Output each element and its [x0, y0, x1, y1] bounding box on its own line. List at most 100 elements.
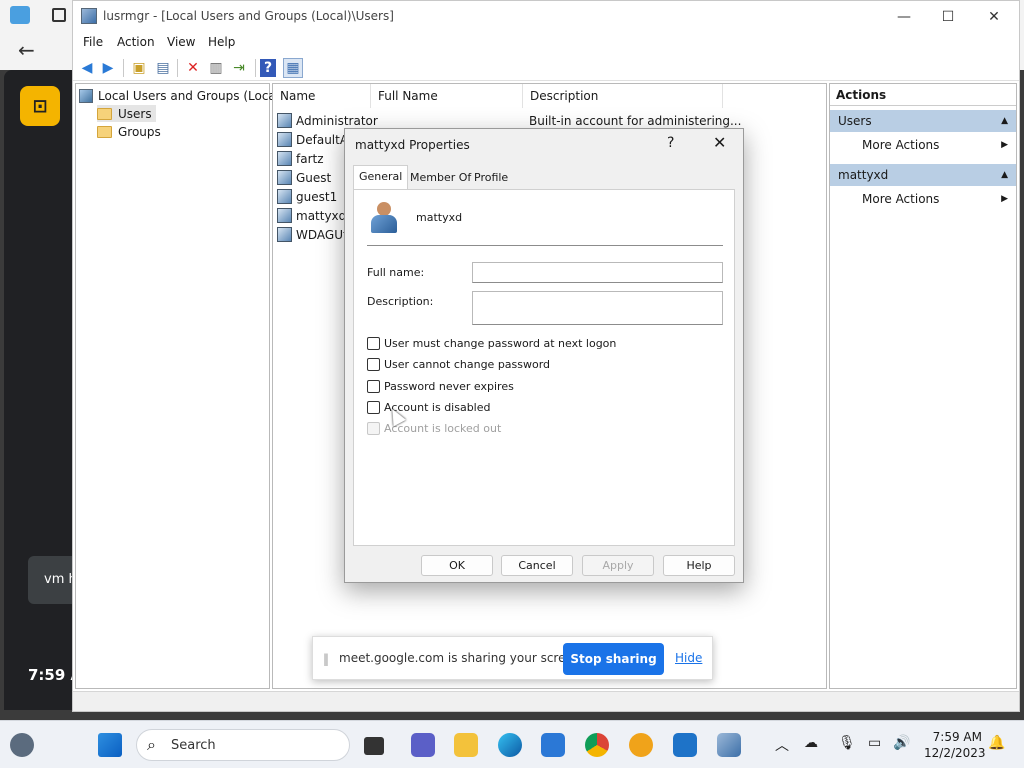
checkbox-password-never-expires[interactable]: Password never expires: [367, 380, 514, 393]
submenu-arrow-icon: ▶: [1001, 194, 1008, 204]
tree-item-users[interactable]: Users: [97, 105, 156, 122]
volume-icon[interactable]: 🔊: [893, 735, 910, 751]
notification-bell-icon[interactable]: 🔔: [988, 735, 1005, 751]
close-button[interactable]: ✕: [971, 3, 1017, 31]
table-row[interactable]: Guest: [277, 168, 331, 187]
status-bar: [73, 691, 1019, 711]
user-properties-dialog: mattyxd Properties ? ✕ General Member Of…: [344, 128, 744, 583]
minimize-button[interactable]: —: [881, 3, 927, 31]
maximize-button[interactable]: ☐: [925, 3, 971, 31]
collapse-icon[interactable]: ▲: [1001, 110, 1008, 132]
menu-file[interactable]: File: [83, 35, 103, 49]
user-icon: [277, 227, 292, 242]
user-name: Guest: [296, 170, 332, 185]
back-icon[interactable]: ◀: [77, 58, 97, 78]
store-icon[interactable]: [541, 733, 565, 757]
tab-general[interactable]: General: [353, 165, 409, 189]
tab-actions-icon[interactable]: [52, 8, 66, 22]
actions-group-mattyxd[interactable]: mattyxd ▲: [830, 164, 1016, 186]
properties-icon[interactable]: ▥: [206, 58, 226, 78]
dialog-help-button[interactable]: ?: [667, 135, 674, 151]
tree-root[interactable]: Local Users and Groups (Local): [79, 87, 284, 104]
collapse-icon[interactable]: ▲: [1001, 164, 1008, 186]
hide-link[interactable]: Hide: [675, 651, 702, 665]
file-explorer-icon[interactable]: [454, 733, 478, 757]
column-header-full-name[interactable]: Full Name: [371, 84, 523, 108]
checkbox-box: [367, 422, 380, 435]
ok-button[interactable]: OK: [421, 555, 493, 576]
widgets-icon[interactable]: [10, 733, 34, 757]
toolbar-separator: [255, 59, 256, 77]
checkbox-box[interactable]: [367, 380, 380, 393]
dialog-title: mattyxd Properties: [355, 138, 470, 152]
task-view-icon[interactable]: [364, 737, 384, 755]
mail-icon[interactable]: [673, 733, 697, 757]
actions-group-title: mattyxd: [838, 168, 889, 182]
user-icon: [277, 151, 292, 166]
menu-action[interactable]: Action: [117, 35, 155, 49]
column-header-name[interactable]: Name: [273, 84, 371, 108]
forward-icon[interactable]: ▶: [98, 58, 118, 78]
menu-view[interactable]: View: [167, 35, 195, 49]
full-name-field[interactable]: [472, 262, 723, 283]
user-avatar-icon: [368, 202, 400, 234]
description-field[interactable]: [472, 291, 723, 325]
lusrmgr-taskbar-icon[interactable]: [717, 733, 741, 757]
title-bar[interactable]: lusrmgr - [Local Users and Groups (Local…: [73, 1, 1019, 32]
cancel-button[interactable]: Cancel: [501, 555, 573, 576]
up-folder-icon[interactable]: ▣: [129, 58, 149, 78]
edge-icon[interactable]: [498, 733, 522, 757]
actions-group-users[interactable]: Users ▲: [830, 110, 1016, 132]
table-row[interactable]: guest1: [277, 187, 337, 206]
stop-sharing-button[interactable]: Stop sharing: [563, 643, 664, 675]
more-actions-mattyxd[interactable]: More Actions ▶: [830, 188, 1016, 210]
chevron-up-icon[interactable]: ︿: [775, 735, 789, 755]
window-title: lusrmgr - [Local Users and Groups (Local…: [103, 9, 394, 23]
teams-icon[interactable]: [411, 733, 435, 757]
show-action-pane-icon[interactable]: ▦: [283, 58, 303, 78]
toolbar-separator: [177, 59, 178, 77]
tab-member-of[interactable]: Member Of: [405, 167, 476, 189]
more-actions-users[interactable]: More Actions ▶: [830, 134, 1016, 156]
actions-pane: Actions Users ▲ More Actions ▶ mattyxd ▲…: [829, 83, 1017, 689]
table-row[interactable]: WDAGUti: [277, 225, 351, 244]
divider: [367, 245, 723, 246]
start-icon[interactable]: [98, 733, 122, 757]
vm-tab-icon[interactable]: [10, 6, 30, 24]
user-icon: [277, 170, 292, 185]
checkbox-box[interactable]: [367, 337, 380, 350]
export-list-icon[interactable]: ⇥: [229, 58, 249, 78]
general-tab-panel: mattyxd Full name: Description: User mus…: [353, 189, 735, 546]
microphone-icon[interactable]: 🎙: [838, 735, 856, 751]
table-row[interactable]: DefaultAc: [277, 130, 354, 149]
tab-profile[interactable]: Profile: [469, 167, 513, 189]
vpn-icon[interactable]: [629, 733, 653, 757]
delete-icon[interactable]: ✕: [183, 58, 203, 78]
user-name: Administrator: [296, 113, 378, 128]
table-row[interactable]: mattyxd: [277, 206, 346, 225]
taskbar-search[interactable]: ⌕ Search: [136, 729, 350, 761]
tree-item-groups[interactable]: Groups: [97, 123, 161, 140]
checkbox-box[interactable]: [367, 401, 380, 414]
dialog-close-button[interactable]: ✕: [713, 133, 726, 152]
onedrive-icon[interactable]: ☁: [804, 735, 818, 751]
checkbox-must-change-password[interactable]: User must change password at next logon: [367, 337, 616, 350]
column-header-description[interactable]: Description: [523, 84, 723, 108]
show-hide-tree-icon[interactable]: ▤: [153, 58, 173, 78]
taskbar-clock[interactable]: 7:59 AM 12/2/2023: [924, 729, 986, 761]
chrome-icon[interactable]: [585, 733, 609, 757]
more-actions-label: More Actions: [862, 138, 940, 152]
help-button[interactable]: Help: [663, 555, 735, 576]
checkbox-cannot-change-password[interactable]: User cannot change password: [367, 358, 550, 371]
more-actions-label: More Actions: [862, 192, 940, 206]
menu-help[interactable]: Help: [208, 35, 235, 49]
drag-handle-icon[interactable]: ‖: [323, 652, 329, 666]
table-row[interactable]: fartz: [277, 149, 324, 168]
taskbar: ⌕ Search ︿ ☁ 🎙 ▭ 🔊 7:59 AM 12/2/2023 🔔: [0, 720, 1024, 768]
app-icon[interactable]: ⊡: [20, 86, 60, 126]
search-icon: ⌕: [147, 735, 156, 754]
help-icon[interactable]: ?: [260, 59, 276, 77]
network-icon[interactable]: ▭: [868, 735, 881, 751]
checkbox-box[interactable]: [367, 358, 380, 371]
back-arrow-icon[interactable]: ←: [18, 38, 35, 62]
